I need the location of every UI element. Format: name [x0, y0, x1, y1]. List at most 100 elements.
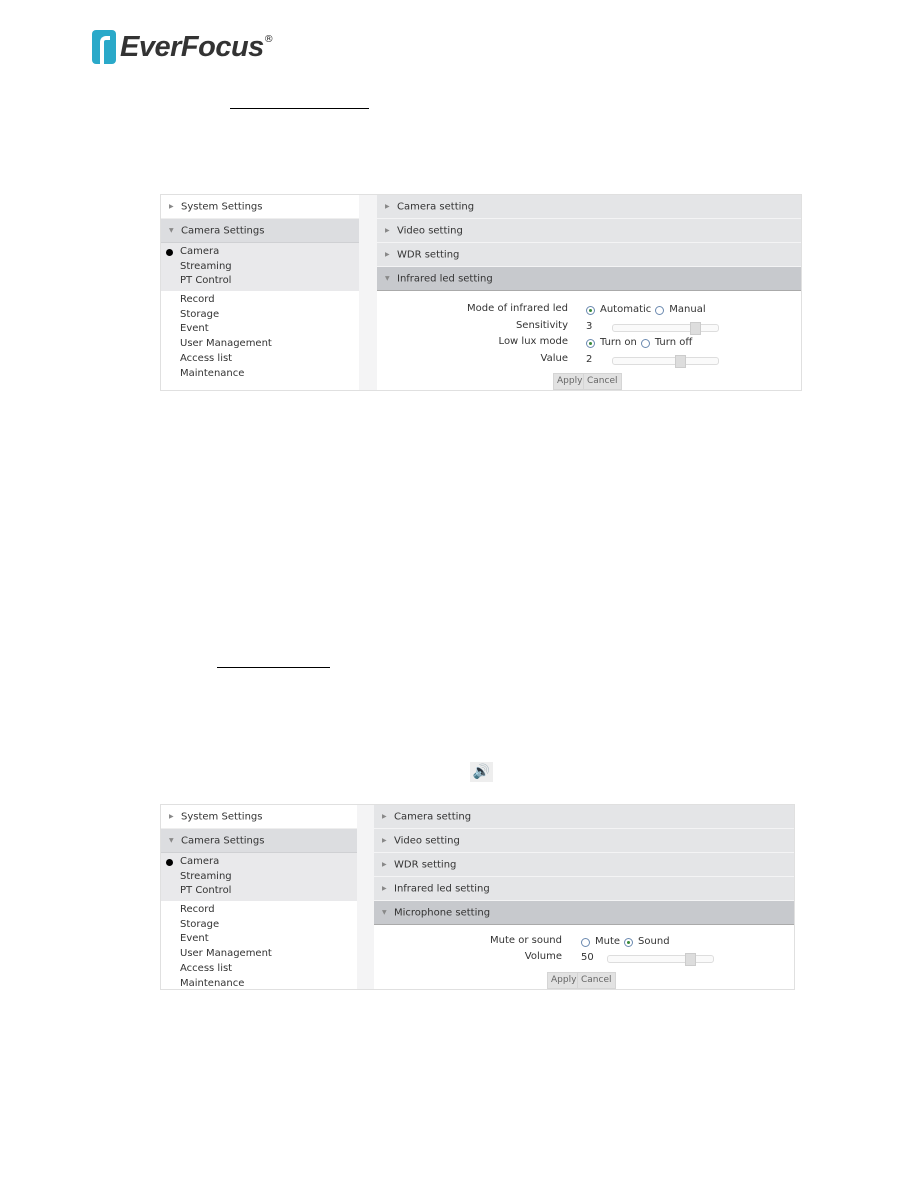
field-control: Automatic Manual — [586, 303, 710, 317]
section-infrared-led-setting[interactable]: ▶ Infrared led setting — [374, 877, 794, 901]
sidebar-item-storage[interactable]: Storage — [161, 308, 359, 323]
section-camera-setting[interactable]: ▶ Camera setting — [374, 805, 794, 829]
sidebar-item-access-list[interactable]: Access list — [161, 962, 357, 977]
cancel-button[interactable]: Cancel — [583, 373, 622, 390]
slider-value: 2 — [586, 353, 593, 365]
section-label: Infrared led setting — [397, 273, 493, 285]
section-label: Infrared led setting — [394, 883, 490, 895]
radio-turn-on[interactable] — [586, 338, 595, 348]
sidebar-item-camera[interactable]: Camera — [161, 855, 357, 870]
section-video-setting[interactable]: ▶ Video setting — [377, 219, 801, 243]
cancel-button[interactable]: Cancel — [577, 972, 616, 989]
logo-registered: ® — [263, 34, 274, 45]
caret-right-icon: ▶ — [385, 251, 390, 258]
field-control: 50 — [581, 951, 714, 966]
speaker-volume-icon: 🔊 — [470, 762, 493, 782]
slider-thumb[interactable] — [675, 354, 687, 368]
sidebar-item-record[interactable]: Record — [161, 903, 357, 918]
apply-button[interactable]: Apply — [547, 972, 581, 989]
sidebar-item-user-management[interactable]: User Management — [161, 947, 357, 962]
field-control: 3 — [586, 320, 719, 335]
field-control: Mute Sound — [581, 935, 674, 949]
field-control: 2 — [586, 353, 719, 368]
field-label: Low lux mode — [498, 336, 568, 347]
sidebar-item-maintenance[interactable]: Maintenance — [161, 977, 357, 992]
sidebar-header-label: Camera Settings — [181, 225, 265, 237]
section-label: Camera setting — [397, 201, 475, 213]
sidebar-item-event[interactable]: Event — [161, 322, 359, 337]
radio-turn-off[interactable] — [640, 338, 650, 348]
slider-track[interactable] — [612, 321, 719, 335]
caret-right-icon: ▶ — [385, 203, 390, 210]
field-label: Sensitivity — [515, 319, 568, 331]
radio-automatic[interactable] — [586, 305, 595, 315]
radio-mute[interactable] — [581, 937, 590, 947]
field-label: Mode of infrared led — [467, 303, 568, 314]
caret-down-icon: ▼ — [169, 227, 174, 234]
radio-label: Turn on — [600, 337, 637, 348]
section-wdr-setting[interactable]: ▶ WDR setting — [374, 853, 794, 877]
sidebar-item-camera[interactable]: Camera — [161, 245, 359, 260]
sidebar-header-label: System Settings — [181, 201, 263, 213]
caret-right-icon: ▶ — [169, 203, 174, 210]
sidebar-item-pt-control[interactable]: PT Control — [161, 884, 357, 899]
sidebar-system-settings[interactable]: ▶ System Settings — [161, 195, 359, 219]
heading-underline — [230, 108, 369, 109]
caret-down-icon: ▼ — [385, 275, 390, 282]
sidebar-camera-settings[interactable]: ▼ Camera Settings — [161, 829, 357, 853]
sidebar-list: Record Storage Event User Management Access … — [161, 901, 357, 991]
selected-bullet-icon — [166, 859, 173, 866]
slider-value: 50 — [581, 952, 594, 963]
settings-content: ▶ Camera setting ▶ Video setting ▶ WDR settin… — [377, 195, 801, 390]
slider-track[interactable] — [607, 953, 714, 966]
sidebar-item-maintenance[interactable]: Maintenance — [161, 367, 359, 382]
radio-label: Automatic — [600, 304, 652, 315]
slider-thumb[interactable] — [684, 953, 696, 966]
section-label: Video setting — [397, 225, 463, 237]
caret-right-icon: ▶ — [169, 813, 174, 820]
sidebar-item-storage[interactable]: Storage — [161, 918, 357, 933]
field-label: Mute or sound — [490, 935, 562, 946]
section-microphone-setting[interactable]: ▼ Microphone setting — [374, 901, 794, 925]
sidebar: ▶ System Settings ▼ Camera Settings Camera St… — [161, 805, 357, 989]
radio-label: Sound — [638, 936, 670, 947]
sidebar-item-pt-control[interactable]: PT Control — [161, 274, 359, 289]
section-camera-setting[interactable]: ▶ Camera setting — [377, 195, 801, 219]
section-label: Video setting — [394, 835, 460, 847]
caret-right-icon: ▶ — [382, 885, 387, 892]
section-video-setting[interactable]: ▶ Video setting — [374, 829, 794, 853]
section-label: WDR setting — [394, 859, 457, 871]
radio-manual[interactable] — [655, 305, 665, 315]
sidebar-item-event[interactable]: Event — [161, 932, 357, 947]
radio-label: Turn off — [654, 337, 693, 348]
slider-thumb[interactable] — [689, 321, 701, 335]
settings-content: ▶ Camera setting ▶ Video setting ▶ WDR settin… — [374, 805, 794, 989]
logo-text: EverFocus — [120, 30, 264, 63]
section-label: Microphone setting — [394, 907, 491, 919]
field-label: Volume — [524, 951, 562, 962]
radio-sound[interactable] — [624, 937, 634, 947]
everfocus-logo: EverFocus ® — [92, 30, 274, 64]
apply-button[interactable]: Apply — [553, 373, 587, 390]
slider-value: 3 — [586, 320, 593, 332]
sidebar-item-streaming[interactable]: Streaming — [161, 260, 359, 275]
sidebar-item-user-management[interactable]: User Management — [161, 337, 359, 352]
sidebar-submenu: Camera Streaming PT Control — [161, 853, 357, 902]
sidebar-submenu: Camera Streaming PT Control — [161, 243, 359, 292]
sidebar-list: Record Storage Event User Management Access … — [161, 291, 359, 381]
sidebar-system-settings[interactable]: ▶ System Settings — [161, 805, 357, 829]
sidebar-item-record[interactable]: Record — [161, 293, 359, 308]
section-wdr-setting[interactable]: ▶ WDR setting — [377, 243, 801, 267]
sidebar-camera-settings[interactable]: ▼ Camera Settings — [161, 219, 359, 243]
caret-right-icon: ▶ — [382, 861, 387, 868]
slider-track[interactable] — [612, 354, 719, 368]
caret-right-icon: ▶ — [382, 837, 387, 844]
manual-page: EverFocus ® 🔊 ▶ System Settings ▼ Camera Se… — [0, 0, 918, 1188]
sidebar-item-streaming[interactable]: Streaming — [161, 870, 357, 885]
field-label: Value — [540, 352, 568, 364]
section-infrared-led-setting[interactable]: ▼ Infrared led setting — [377, 267, 801, 291]
caret-down-icon: ▼ — [382, 909, 387, 916]
sidebar-item-access-list[interactable]: Access list — [161, 352, 359, 367]
sidebar: ▶ System Settings ▼ Camera Settings Camera St… — [161, 195, 359, 390]
caret-right-icon: ▶ — [382, 813, 387, 820]
